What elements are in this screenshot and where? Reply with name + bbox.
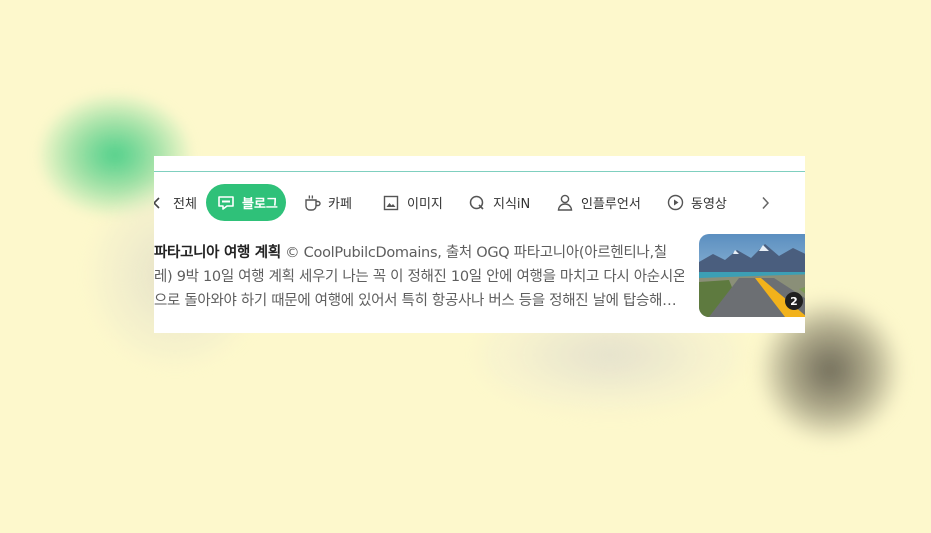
tab-blog[interactable]: 블로그 <box>206 184 286 221</box>
tab-image-label: 이미지 <box>407 197 443 212</box>
result-thumbnail[interactable]: 2 <box>699 234 805 317</box>
image-icon <box>382 194 400 212</box>
search-result-card: 전체 블로그 카페 이미지 지식iN 인플루언서 동영상 파타고니아 여행 계획… <box>154 156 805 333</box>
play-circle-icon <box>666 194 684 212</box>
result-text-line-3: 으로 돌아와야 하기 때문에 여행에 있어서 특히 항공사나 버스 등을 정해진… <box>154 293 684 309</box>
coffee-cup-icon <box>303 194 321 212</box>
tab-all-label: 전체 <box>173 197 197 212</box>
tabs-scroll-right-button[interactable] <box>760 184 776 221</box>
tab-cafe[interactable]: 카페 <box>303 184 352 221</box>
image-count-badge: 2 <box>785 292 803 310</box>
tab-influencer-label: 인플루언서 <box>581 197 641 212</box>
tab-image[interactable]: 이미지 <box>382 184 443 221</box>
search-tabs: 전체 블로그 카페 이미지 지식iN 인플루언서 동영상 <box>154 184 805 221</box>
tab-kin[interactable]: 지식iN <box>468 184 530 221</box>
tab-influencer[interactable]: 인플루언서 <box>556 184 641 221</box>
tab-cafe-label: 카페 <box>328 197 352 212</box>
tab-video-label: 동영상 <box>691 197 727 212</box>
tab-kin-label: 지식iN <box>493 197 531 212</box>
q-bubble-icon <box>468 194 486 212</box>
chevron-right-icon <box>760 194 770 212</box>
person-icon <box>556 194 574 212</box>
tab-video[interactable]: 동영상 <box>666 184 727 221</box>
result-title[interactable]: 파타고니아 여행 계획 <box>154 245 281 261</box>
result-text-line-1: © CoolPubilcDomains, 출처 OGQ 파타고니아(아르헨티나,… <box>280 245 667 261</box>
tab-blog-label: 블로그 <box>242 197 278 212</box>
tab-all[interactable]: 전체 <box>154 184 197 221</box>
divider-line <box>154 171 805 172</box>
result-snippet[interactable]: 파타고니아 여행 계획 © CoolPubilcDomains, 출처 OGQ … <box>154 241 684 313</box>
blog-chat-icon <box>217 194 235 212</box>
chevron-left-icon <box>154 194 166 212</box>
result-text-line-2: 레) 9박 10일 여행 계획 세우기 나는 꼭 이 정해진 10일 안에 여행… <box>154 269 684 285</box>
